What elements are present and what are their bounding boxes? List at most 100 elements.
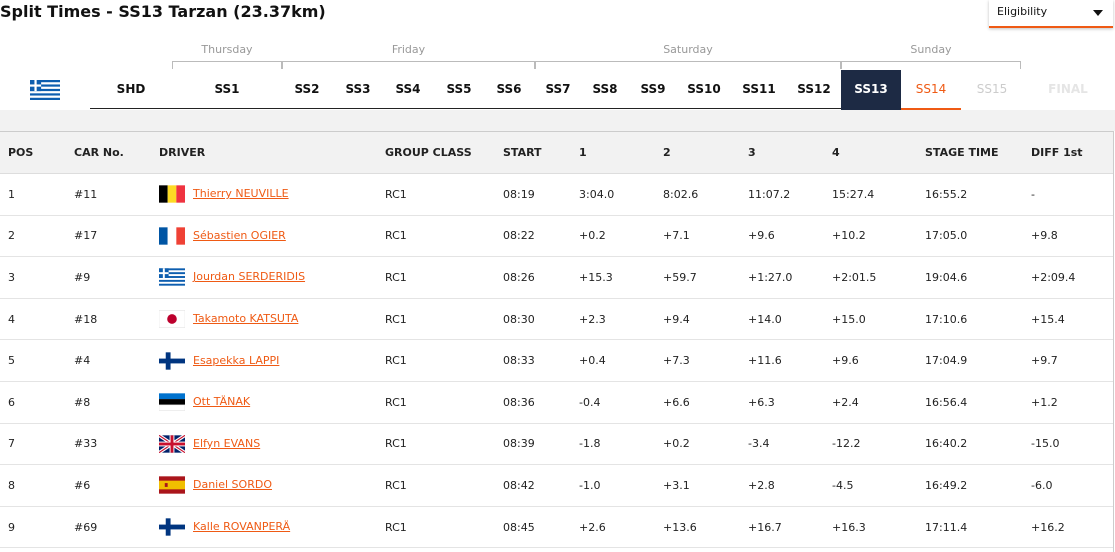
- cell-driver: Jourdan SERDERIDIS: [159, 256, 385, 299]
- driver-link[interactable]: Kalle ROVANPERÄ: [193, 520, 290, 533]
- col-group[interactable]: GROUP CLASS: [385, 131, 503, 174]
- cell-driver: Takamoto KATSUTA: [159, 298, 385, 341]
- tab-final[interactable]: FINAL: [1035, 70, 1101, 110]
- cell-start: 08:39: [503, 423, 579, 466]
- tab-ss7[interactable]: SS7: [537, 70, 579, 110]
- greece-flag-icon: [30, 80, 60, 100]
- cell-s2: +7.1: [663, 215, 748, 258]
- cell-car: #33: [74, 423, 159, 466]
- cell-diff: -15.0: [1031, 423, 1113, 466]
- tab-ss2[interactable]: SS2: [286, 70, 328, 110]
- cell-pos: 2: [0, 215, 74, 258]
- cell-pos: 5: [0, 339, 74, 382]
- cell-s3: +16.7: [748, 506, 832, 549]
- cell-group: RC1: [385, 256, 503, 299]
- cell-stage: 19:04.6: [925, 256, 1031, 299]
- tab-ss8[interactable]: SS8: [584, 70, 626, 110]
- cell-s1: 3:04.0: [579, 173, 663, 216]
- cell-s1: -1.0: [579, 464, 663, 507]
- driver-link[interactable]: Thierry NEUVILLE: [193, 187, 289, 200]
- eligibility-label: Eligibility: [997, 5, 1048, 18]
- cell-car: #6: [74, 464, 159, 507]
- cell-start: 08:33: [503, 339, 579, 382]
- japan-flag-icon: [159, 310, 185, 328]
- table-row: 6 #8 Ott TÄNAK RC1 08:36 -0.4 +6.6 +6.3 +2.4 16:5…: [0, 381, 1113, 424]
- cell-group: RC1: [385, 339, 503, 382]
- col-stage-time[interactable]: STAGE TIME: [925, 131, 1031, 174]
- day-groups: Thursday Friday Saturday Sunday: [0, 43, 1115, 69]
- col-split4[interactable]: 4: [832, 131, 925, 174]
- cell-s3: +9.6: [748, 215, 832, 258]
- cell-start: 08:42: [503, 464, 579, 507]
- driver-link[interactable]: Ott TÄNAK: [193, 395, 250, 408]
- tab-ss6[interactable]: SS6: [488, 70, 530, 110]
- col-split1[interactable]: 1: [579, 131, 663, 174]
- driver-link[interactable]: Takamoto KATSUTA: [193, 312, 298, 325]
- tab-ss12[interactable]: SS12: [790, 70, 838, 110]
- cell-s3: +14.0: [748, 298, 832, 341]
- tab-ss14[interactable]: SS14: [901, 70, 961, 110]
- tab-ss13[interactable]: SS13: [841, 70, 901, 110]
- cell-s1: +2.6: [579, 506, 663, 549]
- cell-driver: Esapekka LAPPI: [159, 339, 385, 382]
- tab-ss4[interactable]: SS4: [387, 70, 429, 110]
- day-thursday: Thursday: [172, 43, 282, 69]
- driver-link[interactable]: Daniel SORDO: [193, 478, 272, 491]
- greece-flag-icon: [159, 268, 185, 287]
- tab-ss3[interactable]: SS3: [337, 70, 379, 110]
- cell-s1: -0.4: [579, 381, 663, 424]
- cell-car: #18: [74, 298, 159, 341]
- cell-s4: 15:27.4: [832, 173, 925, 216]
- col-start[interactable]: START: [503, 131, 579, 174]
- cell-car: #4: [74, 339, 159, 382]
- cell-s2: +3.1: [663, 464, 748, 507]
- cell-pos: 8: [0, 464, 74, 507]
- tab-shd[interactable]: SHD: [108, 70, 154, 110]
- cell-driver: Ott TÄNAK: [159, 381, 385, 424]
- cell-pos: 4: [0, 298, 74, 341]
- cell-start: 08:26: [503, 256, 579, 299]
- tab-ss10[interactable]: SS10: [680, 70, 728, 110]
- tab-ss15[interactable]: SS15: [962, 70, 1022, 110]
- cell-driver: Elfyn EVANS: [159, 423, 385, 466]
- tab-ss1[interactable]: SS1: [204, 70, 250, 110]
- driver-link[interactable]: Esapekka LAPPI: [193, 354, 279, 367]
- tab-ss5[interactable]: SS5: [438, 70, 480, 110]
- tab-ss11[interactable]: SS11: [735, 70, 783, 110]
- col-driver[interactable]: DRIVER: [159, 131, 385, 174]
- driver-link[interactable]: Sébastien OGIER: [193, 229, 286, 242]
- cell-pos: 6: [0, 381, 74, 424]
- cell-s1: +15.3: [579, 256, 663, 299]
- table-row: 1 #11 Thierry NEUVILLE RC1 08:19 3:04.0 8:02.6…: [0, 173, 1113, 216]
- col-car[interactable]: CAR No.: [74, 131, 159, 174]
- col-split3[interactable]: 3: [748, 131, 832, 174]
- cell-diff: +15.4: [1031, 298, 1113, 341]
- cell-group: RC1: [385, 506, 503, 549]
- split-times-table: POS CAR No. DRIVER GROUP CLASS START 1 2…: [0, 131, 1113, 549]
- driver-link[interactable]: Elfyn EVANS: [193, 437, 260, 450]
- tab-ss9[interactable]: SS9: [632, 70, 674, 110]
- cell-stage: 17:11.4: [925, 506, 1031, 549]
- col-diff[interactable]: DIFF 1st: [1031, 131, 1113, 174]
- cell-s4: +2.4: [832, 381, 925, 424]
- belgium-flag-icon: [159, 185, 185, 203]
- cell-s2: +7.3: [663, 339, 748, 382]
- cell-s4: +2:01.5: [832, 256, 925, 299]
- cell-diff: -: [1031, 173, 1113, 216]
- cell-diff: +9.8: [1031, 215, 1113, 258]
- cell-s3: -3.4: [748, 423, 832, 466]
- cell-s4: +15.0: [832, 298, 925, 341]
- cell-s4: -4.5: [832, 464, 925, 507]
- cell-pos: 7: [0, 423, 74, 466]
- day-friday: Friday: [282, 43, 535, 69]
- cell-driver: Kalle ROVANPERÄ: [159, 506, 385, 549]
- cell-diff: +16.2: [1031, 506, 1113, 549]
- cell-s1: +0.2: [579, 215, 663, 258]
- eligibility-dropdown[interactable]: Eligibility: [989, 0, 1113, 28]
- cell-group: RC1: [385, 298, 503, 341]
- col-pos[interactable]: POS: [0, 131, 74, 174]
- cell-start: 08:22: [503, 215, 579, 258]
- table-row: 3 #9 Jourdan SERDERIDIS RC1 08:26 +15.3 +59.7 +…: [0, 256, 1113, 299]
- col-split2[interactable]: 2: [663, 131, 748, 174]
- driver-link[interactable]: Jourdan SERDERIDIS: [193, 270, 305, 283]
